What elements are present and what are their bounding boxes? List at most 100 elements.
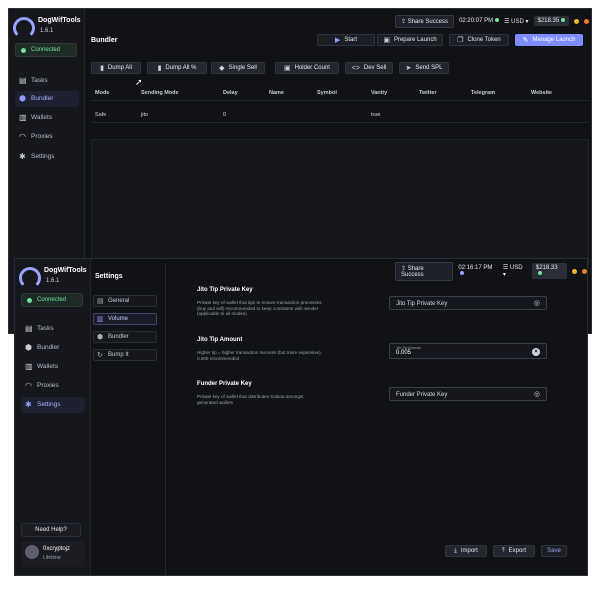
column-header: Twitter [419,90,437,96]
share-success-button[interactable]: ⇪ Share Success [395,261,454,281]
column-header: Delay [223,90,238,96]
column-header: Vanity [371,90,388,96]
clear-icon[interactable]: × [532,348,540,356]
settings-tab-bump-it[interactable]: ↻ Bump It [93,349,157,361]
balance-badge: $218.35 [533,16,570,26]
clock: 02:20:07 PM [459,18,500,24]
minimize-icon[interactable] [574,18,580,24]
sidebar-item-tasks[interactable]: ▤ Tasks [15,73,79,89]
column-header: Sending Mode [141,90,179,96]
column-header: Website [531,90,552,96]
export-button[interactable]: ⤒ Export [493,545,535,557]
eye-off-icon[interactable]: ◎ [534,391,540,398]
need-help-button[interactable]: Need Help? [21,523,81,537]
wallets-icon: ▥ [19,113,27,122]
prepare-icon: ▣ [383,37,390,44]
jito-tip-key-description: Private key of wallet that tips to ensur… [197,300,322,317]
balance-dot-icon [537,271,542,276]
column-header: Telegram [471,90,496,96]
bundler-icon: ⬢ [97,334,104,341]
top-status-bar: ⇪ Share Success 02:20:07 PM ☰ USD ▾ $218… [395,14,590,28]
close-icon[interactable] [584,18,590,24]
wallets-icon: ▥ [25,362,33,371]
proxies-icon: ◠ [19,132,26,141]
start-button[interactable]: ▶ Start [317,34,375,46]
dump-all-percent-button[interactable]: ▮ Dump All % [147,62,207,74]
tag-icon: ◆ [219,65,225,72]
export-icon: ⤒ [502,547,505,554]
code-icon: <> [351,64,360,72]
column-header: Name [269,90,284,96]
settings-window: DogWifTools 1.6.1 Connected ▤ Tasks ⬢ Bund… [14,258,588,576]
sidebar-item-wallets[interactable]: ▥ Wallets [15,110,79,126]
settings-tab-bundler[interactable]: ⬢ Bundler [93,331,157,343]
sidebar-item-bundler[interactable]: ⬢ Bundler [21,340,85,356]
clock-dot-icon [460,271,465,276]
sidebar-item-proxies[interactable]: ◠ Proxies [15,129,79,145]
general-icon: ▤ [97,298,104,305]
sidebar: DogWifTools 1.6.1 Connected ▤ Tasks ⬢ Bund… [15,259,91,575]
balance-badge: $218.33 [531,263,568,279]
import-button[interactable]: ⤓ Import [445,545,487,557]
sidebar-item-bundler[interactable]: ⬢ Bundler [15,91,79,107]
play-icon: ▶ [334,37,341,44]
currency-select[interactable]: ☰ USD ▾ [503,264,527,278]
bundler-icon: ⬢ [25,343,32,352]
sidebar-item-proxies[interactable]: ◠ Proxies [21,378,85,394]
app-version: 1.6.1 [40,28,54,34]
sidebar-item-settings[interactable]: ✱ Settings [21,397,85,413]
jito-tip-amount-field[interactable]: Jito Tip Amount 0.005 × [389,343,547,359]
clock-dot-icon [495,18,500,23]
settings-icon: ✱ [25,400,32,409]
column-header: Symbol [317,90,337,96]
settings-icon: ✱ [19,152,26,161]
manage-launch-button[interactable]: ✎ Manage Launch [515,34,583,46]
funder-key-title: Funder Private Key [197,381,252,387]
trash-icon: ▮ [157,65,162,72]
settings-tab-volume[interactable]: ▥ Volume [93,313,157,325]
import-icon: ⤓ [454,547,457,554]
avatar [25,545,39,559]
connected-dot-icon [27,298,32,303]
save-button[interactable]: Save [541,545,567,557]
proxies-icon: ◠ [25,381,32,390]
field-label: Jito Tip Amount [396,346,421,350]
single-sell-button[interactable]: ◆ Single Sell [211,62,265,74]
clone-token-button[interactable]: ❐ Clone Token [449,34,509,46]
share-success-button[interactable]: ⇪ Share Success [395,14,455,28]
eye-off-icon[interactable]: ◎ [534,300,540,307]
dump-all-button[interactable]: ▮ Dump All [91,62,141,74]
send-spl-button[interactable]: ➤ Send SPL [399,62,449,74]
minimize-icon[interactable] [572,268,578,274]
bundler-table: Mode Sending Mode Delay Name Symbol Vani… [91,87,589,123]
app-logo-icon [19,267,41,289]
dev-sell-button[interactable]: <> Dev Sell [345,62,393,74]
funder-key-field[interactable]: Funder Private Key ◎ [389,387,547,401]
settings-tab-general[interactable]: ▤ General [93,295,157,307]
table-empty-area [91,139,589,265]
balance-dot-icon [561,18,566,23]
user-name: 0xcryptojz [43,546,71,552]
table-row[interactable]: Safe jito 0 true [91,107,589,123]
sidebar-item-settings[interactable]: ✱ Settings [15,149,79,165]
currency-select[interactable]: ☰ USD ▾ [504,18,528,25]
tasks-icon: ▤ [19,76,27,85]
clone-icon: ❐ [457,37,464,44]
app-name: DogWifTools [38,17,81,24]
brand: DogWifTools 1.6.1 [13,15,83,45]
prepare-launch-button[interactable]: ▣ Prepare Launch [377,34,443,46]
sidebar-item-wallets[interactable]: ▥ Wallets [21,359,85,375]
page-title: Bundler [91,37,118,44]
jito-tip-key-title: Jito Tip Private Key [197,287,253,293]
volume-icon: ▥ [97,316,104,323]
sidebar-item-tasks[interactable]: ▤ Tasks [21,321,85,337]
user-card[interactable]: 0xcryptojz Lifetime [21,541,85,567]
field-value: 0.005 [396,350,412,356]
app-version: 1.6.1 [46,278,60,284]
jito-tip-amount-description: Higher tip = higher transaction success … [197,350,322,361]
table-cell: Safe [95,112,107,118]
holder-count-button[interactable]: ▣ Holder Count [275,62,339,74]
connection-status-badge: Connected [15,43,77,57]
close-icon[interactable] [582,268,587,274]
jito-tip-key-field[interactable]: Jito Tip Private Key ◎ [389,296,547,310]
